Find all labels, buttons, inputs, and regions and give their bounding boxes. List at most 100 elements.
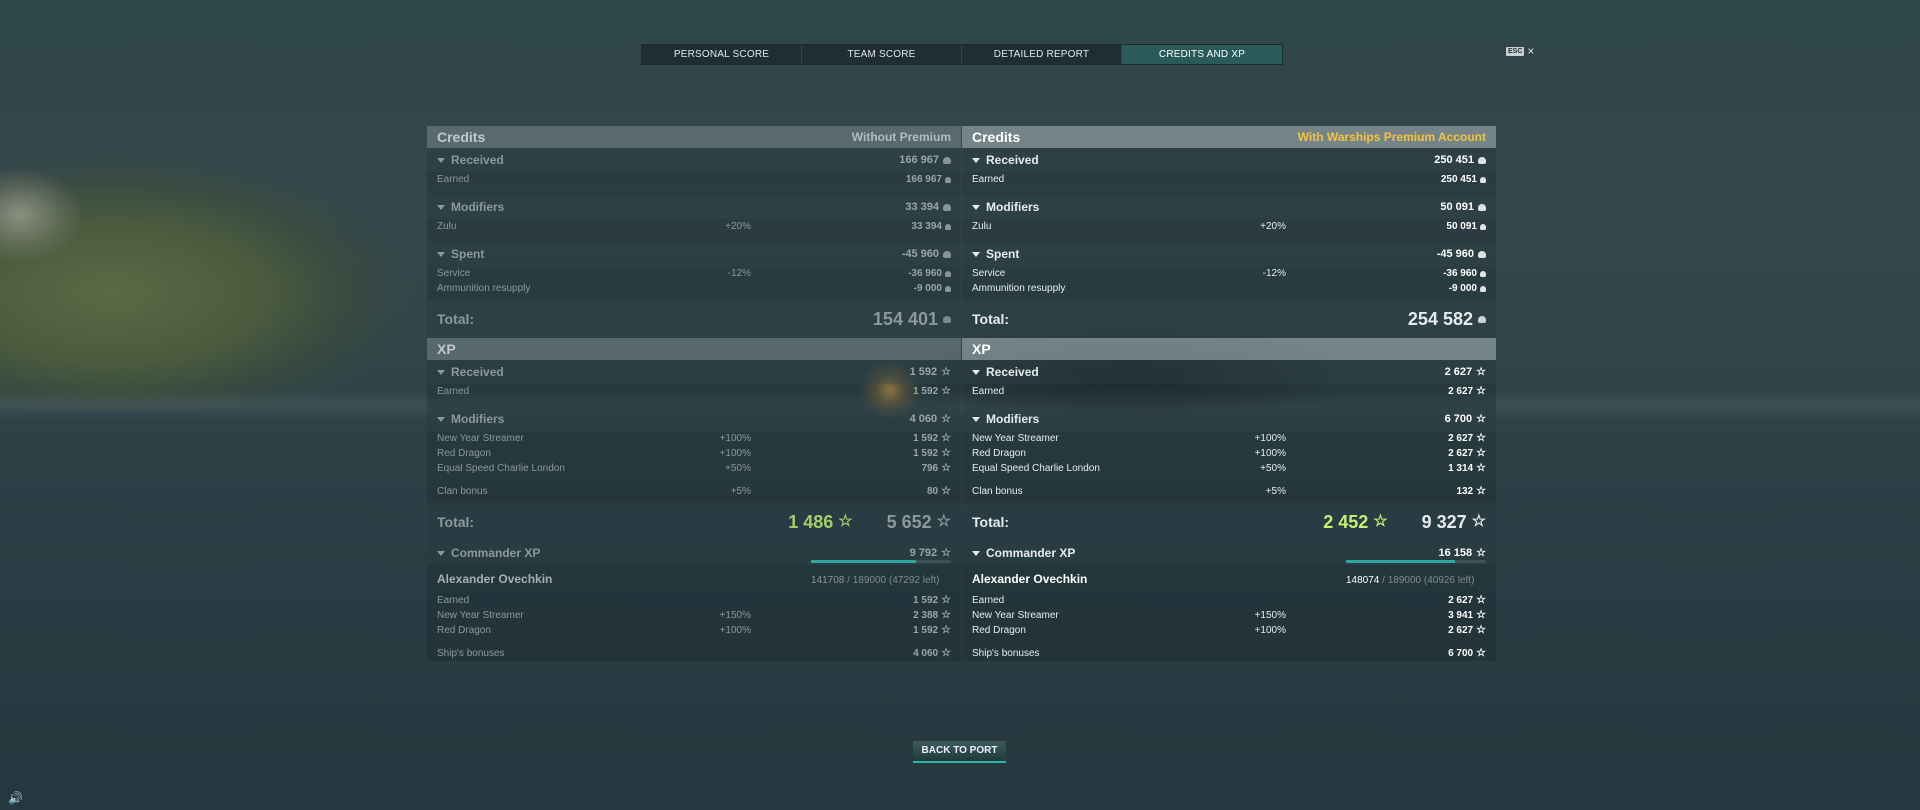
triangle-down-icon: [437, 251, 445, 257]
commander-progress-bar: [811, 560, 951, 563]
service-pct: -12%: [727, 268, 751, 279]
clan-pct: +5%: [1265, 486, 1286, 497]
list-item: Clan bonus +5% 132 ☆: [962, 484, 1496, 499]
modifiers-group[interactable]: Modifiers 33 394: [427, 195, 961, 219]
ship-bonus-amount: 4 060: [913, 648, 939, 659]
xp-earned-label: Earned: [972, 386, 1005, 397]
esc-close-button[interactable]: ESC ×: [1506, 45, 1534, 57]
star-icon: ☆: [1476, 365, 1486, 378]
commander-progress-fill: [1346, 560, 1456, 563]
rd-amount: 2 627: [1448, 448, 1474, 459]
ammo-amount: -9 000: [1448, 283, 1477, 294]
star-icon: ☆: [941, 546, 951, 559]
spent-group[interactable]: Spent -45 960: [962, 242, 1496, 266]
tab-personal-score[interactable]: PERSONAL SCORE: [642, 45, 802, 64]
back-to-port-button[interactable]: BACK TO PORT: [913, 741, 1006, 763]
list-item: Ship's bonuses 4 060 ☆: [427, 646, 961, 661]
xp-modifiers-label: Modifiers: [986, 412, 1040, 426]
earned-label: Earned: [972, 174, 1005, 185]
commander-name: Alexander Ovechkin: [972, 572, 1088, 586]
cmd-earned-amount: 1 592: [913, 595, 939, 606]
ship-bonus-label: Ship's bonuses: [437, 648, 505, 659]
received-group[interactable]: Received 166 967: [427, 148, 961, 172]
triangle-down-icon: [972, 369, 980, 375]
list-item: Equal Speed Charlie London +50% 796 ☆: [427, 461, 961, 476]
cmd-rd-pct: +100%: [719, 625, 751, 636]
star-icon: ☆: [941, 647, 951, 659]
cmd-nys-amount: 3 941: [1448, 610, 1474, 621]
escl-amount: 1 314: [1448, 463, 1474, 474]
star-icon: ☆: [941, 594, 951, 606]
nys-amount: 1 592: [913, 433, 939, 444]
commander-xp-label: Commander XP: [986, 546, 1076, 560]
speaker-icon[interactable]: 🔊: [8, 791, 23, 805]
total-label: Total:: [437, 311, 475, 327]
star-icon: ☆: [838, 513, 853, 530]
star-icon: ☆: [1471, 513, 1486, 530]
cmd-earned-amount: 2 627: [1448, 595, 1474, 606]
credit-coin-icon: [1478, 250, 1486, 258]
premium-badge: With Warships Premium Account: [1297, 130, 1486, 144]
commander-progress-fill: [811, 560, 916, 563]
star-icon: ☆: [1476, 609, 1486, 621]
xp-modifiers-group[interactable]: Modifiers 6 700 ☆: [962, 407, 1496, 431]
xp-received-group[interactable]: Received 1 592 ☆: [427, 360, 961, 384]
xp-received-group[interactable]: Received 2 627 ☆: [962, 360, 1496, 384]
zulu-pct: +20%: [1260, 221, 1286, 232]
clan-amount: 132: [1456, 486, 1474, 497]
credits-total: Total: 254 582: [962, 300, 1496, 338]
commander-name: Alexander Ovechkin: [437, 572, 553, 586]
triangle-down-icon: [437, 157, 445, 163]
received-label: Received: [451, 153, 504, 167]
modifiers-label: Modifiers: [986, 200, 1040, 214]
xp-received-label: Received: [451, 365, 504, 379]
escl-pct: +50%: [725, 463, 751, 474]
star-icon: ☆: [941, 447, 951, 459]
ammo-amount: -9 000: [913, 283, 942, 294]
triangle-down-icon: [972, 157, 980, 163]
credit-coin-icon: [945, 223, 951, 230]
spent-label: Spent: [451, 247, 485, 261]
spent-amount: -45 960: [901, 248, 939, 260]
escl-amount: 796: [921, 463, 939, 474]
modifiers-group[interactable]: Modifiers 50 091: [962, 195, 1496, 219]
cmd-nys-pct: +150%: [1254, 610, 1286, 621]
commander-progress-bar: [1346, 560, 1486, 563]
list-item: New Year Streamer +100% 1 592 ☆: [427, 431, 961, 446]
list-item: New Year Streamer +150% 2 388 ☆: [427, 608, 961, 623]
modifiers-label: Modifiers: [451, 200, 505, 214]
tab-team-score[interactable]: TEAM SCORE: [802, 45, 962, 64]
received-group[interactable]: Received 250 451: [962, 148, 1496, 172]
credit-coin-icon: [945, 176, 951, 183]
received-amount: 166 967: [899, 154, 939, 166]
star-icon: ☆: [1476, 485, 1486, 497]
xp-modifiers-label: Modifiers: [451, 412, 505, 426]
cmd-nys-label: New Year Streamer: [437, 610, 524, 621]
earned-amount: 166 967: [905, 174, 942, 185]
credit-coin-icon: [1478, 156, 1486, 164]
background-cliff: [0, 170, 80, 260]
zulu-pct: +20%: [725, 221, 751, 232]
cmd-rd-label: Red Dragon: [972, 625, 1026, 636]
tab-credits-and-xp[interactable]: CREDITS AND XP: [1122, 45, 1282, 64]
received-label: Received: [986, 153, 1039, 167]
escl-label: Equal Speed Charlie London: [972, 463, 1100, 474]
modifiers-amount: 33 394: [905, 201, 939, 213]
xp-title: XP: [437, 341, 456, 357]
commander-xp-label: Commander XP: [451, 546, 541, 560]
xp-header: XP: [427, 338, 961, 360]
xp-earned-amount: 2 627: [1448, 386, 1474, 397]
cmd-earned-label: Earned: [972, 595, 1005, 606]
credit-coin-icon: [943, 156, 951, 164]
earned-label: Earned: [437, 174, 470, 185]
xp-modifiers-group[interactable]: Modifiers 4 060 ☆: [427, 407, 961, 431]
spent-label: Spent: [986, 247, 1020, 261]
spent-group[interactable]: Spent -45 960: [427, 242, 961, 266]
list-item: Earned 2 627 ☆: [962, 593, 1496, 608]
tab-detailed-report[interactable]: DETAILED REPORT: [962, 45, 1122, 64]
cmd-nys-pct: +150%: [719, 610, 751, 621]
nys-label: New Year Streamer: [437, 433, 524, 444]
xp-modifiers-amount: 6 700: [1444, 413, 1473, 425]
list-item: Ammunition resupply -9 000: [427, 281, 961, 296]
commander-xp-current: 148074: [1346, 575, 1380, 586]
